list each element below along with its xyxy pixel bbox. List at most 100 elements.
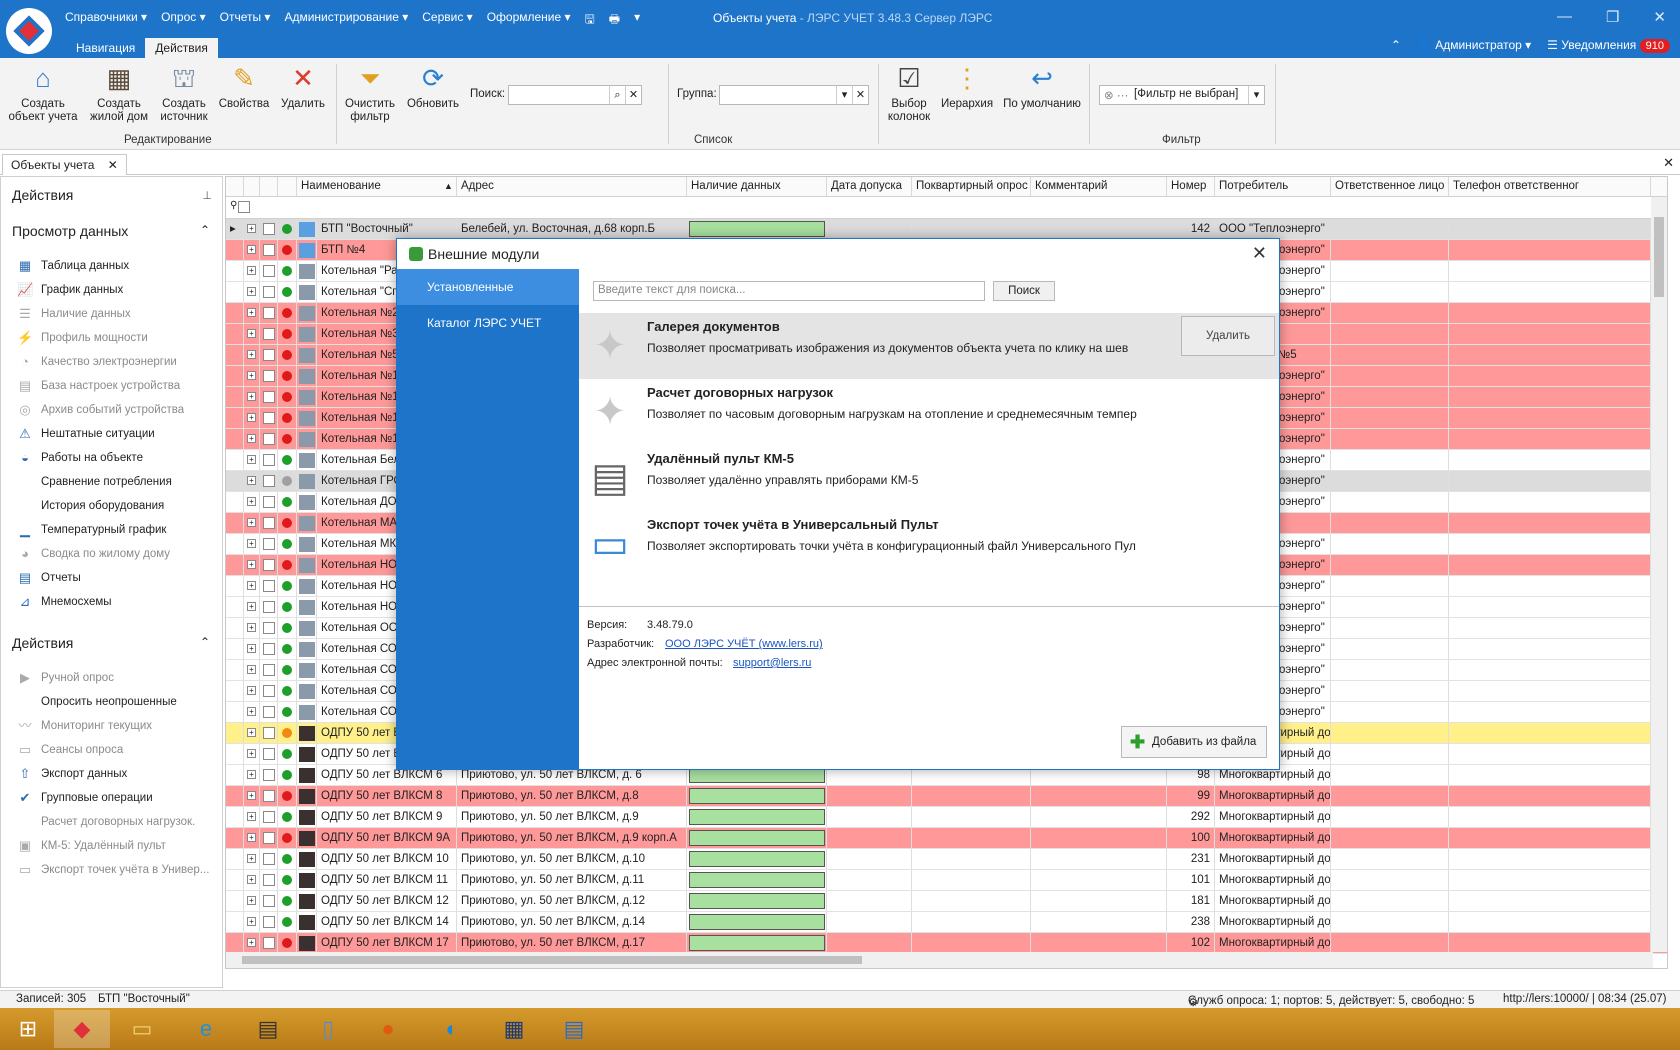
- close-icon[interactable]: ✕: [1653, 8, 1666, 26]
- nav-installed[interactable]: Установленные: [397, 269, 579, 305]
- dialog-close-icon[interactable]: ✕: [1252, 243, 1267, 264]
- table-row[interactable]: ▸ + БТП "Восточный" Белебей, ул. Восточная,…: [226, 219, 1667, 240]
- row-checkbox[interactable]: [263, 517, 275, 529]
- file-explorer-icon[interactable]: ▭: [114, 1010, 170, 1048]
- expand-icon[interactable]: +: [247, 224, 256, 233]
- row-checkbox[interactable]: [263, 769, 275, 781]
- row-checkbox[interactable]: [263, 853, 275, 865]
- search-input[interactable]: ⌕ ✕: [508, 85, 642, 105]
- expand-icon[interactable]: +: [247, 539, 256, 548]
- expand-icon[interactable]: +: [247, 623, 256, 632]
- panel-item[interactable]: 〰 Мониторинг текущих: [17, 714, 209, 738]
- device-icon[interactable]: ▤: [240, 1010, 296, 1048]
- panel-item[interactable]: ⇧ Экспорт данных: [17, 762, 209, 786]
- table-row[interactable]: + ОДПУ 50 лет ВЛКСМ 9А Приютово, ул. 50 ле…: [226, 828, 1667, 849]
- group-select[interactable]: ▾ ✕: [719, 85, 869, 105]
- expand-icon[interactable]: +: [247, 413, 256, 422]
- refresh-button[interactable]: ⟳ Обновить: [404, 62, 462, 111]
- row-checkbox[interactable]: [263, 580, 275, 592]
- section-view-data[interactable]: Просмотр данных: [12, 223, 128, 239]
- panel-item[interactable]: ☰ Наличие данных: [17, 302, 184, 326]
- row-checkbox[interactable]: [263, 685, 275, 697]
- filter-select[interactable]: ⊗ ⋯ [Фильтр не выбран] ▾: [1099, 85, 1265, 105]
- panel-item[interactable]: ◕ Сводка по жилому дому: [17, 542, 184, 566]
- expand-icon[interactable]: +: [247, 686, 256, 695]
- quick-access-dropdown-icon[interactable]: ▾: [634, 10, 640, 31]
- column-header[interactable]: Номер: [1167, 177, 1215, 197]
- menu-directories[interactable]: Справочники ▾: [65, 10, 147, 31]
- expand-icon[interactable]: +: [247, 602, 256, 611]
- expand-icon[interactable]: +: [247, 560, 256, 569]
- module-search-input[interactable]: Введите текст для поиска...: [593, 281, 985, 301]
- panel-item[interactable]: ⚡ Профиль мощности: [17, 326, 184, 350]
- expand-icon[interactable]: +: [247, 476, 256, 485]
- expand-icon[interactable]: +: [247, 917, 256, 926]
- select-all-checkbox[interactable]: [238, 201, 250, 213]
- filter-pin-icon[interactable]: ⚲: [230, 200, 237, 211]
- menu-reports[interactable]: Отчеты ▾: [220, 10, 271, 31]
- row-checkbox[interactable]: [263, 643, 275, 655]
- collapse-section-icon[interactable]: ⌃: [200, 223, 210, 237]
- expand-icon[interactable]: +: [247, 833, 256, 842]
- expand-icon[interactable]: +: [247, 287, 256, 296]
- row-checkbox[interactable]: [263, 370, 275, 382]
- hierarchy-button[interactable]: ⋮ Иерархия: [940, 62, 994, 111]
- firefox-icon[interactable]: ●: [360, 1010, 416, 1048]
- archive-app-icon[interactable]: ▯: [300, 1010, 356, 1048]
- delete-button[interactable]: ✕ Удалить: [278, 62, 328, 111]
- print-icon[interactable]: 🖶: [609, 10, 620, 31]
- expand-icon[interactable]: +: [247, 938, 256, 947]
- row-checkbox[interactable]: [263, 307, 275, 319]
- close-tab-icon[interactable]: ✕: [108, 158, 118, 172]
- notifications-button[interactable]: ☰ Уведомления 910: [1547, 38, 1670, 53]
- developer-link[interactable]: ООО ЛЭРС УЧЁТ (www.lers.ru): [665, 638, 823, 650]
- row-checkbox[interactable]: [263, 937, 275, 949]
- save-icon[interactable]: 🖫: [585, 10, 595, 31]
- expand-icon[interactable]: +: [247, 434, 256, 443]
- row-checkbox[interactable]: [263, 391, 275, 403]
- expand-icon[interactable]: +: [247, 644, 256, 653]
- row-checkbox[interactable]: [263, 727, 275, 739]
- table-row[interactable]: + ОДПУ 50 лет ВЛКСМ 10 Приютово, ул. 50 ле…: [226, 849, 1667, 870]
- column-header[interactable]: Телефон ответственног: [1449, 177, 1651, 197]
- module-item[interactable]: ✦ Галерея документов Позволяет просматрива…: [579, 313, 1279, 379]
- panel-item[interactable]: ▤ База настроек устройства: [17, 374, 184, 398]
- tab-actions[interactable]: Действия: [145, 38, 218, 58]
- panel-item[interactable]: ▁ Температурный график: [17, 518, 184, 542]
- row-checkbox[interactable]: [263, 433, 275, 445]
- dropdown-icon[interactable]: ▾: [1248, 86, 1264, 104]
- panel-item[interactable]: ◔ Качество электроэнергии: [17, 350, 184, 374]
- panel-item[interactable]: Сравнение потребления: [17, 470, 184, 494]
- add-from-file-button[interactable]: ✚ Добавить из файла: [1121, 726, 1267, 758]
- expand-icon[interactable]: +: [247, 896, 256, 905]
- panel-item[interactable]: ▦ Таблица данных: [17, 254, 184, 278]
- table-row[interactable]: + ОДПУ 50 лет ВЛКСМ 11 Приютово, ул. 50 ле…: [226, 870, 1667, 891]
- column-header[interactable]: Потребитель: [1215, 177, 1331, 197]
- row-checkbox[interactable]: [263, 328, 275, 340]
- table-row[interactable]: + ОДПУ 50 лет ВЛКСМ 12 Приютово, ул. 50 ле…: [226, 891, 1667, 912]
- expand-icon[interactable]: +: [247, 350, 256, 359]
- vertical-scrollbar[interactable]: [1651, 197, 1667, 952]
- row-checkbox[interactable]: [263, 916, 275, 928]
- module-search-button[interactable]: Поиск: [993, 281, 1055, 301]
- row-checkbox[interactable]: [263, 286, 275, 298]
- row-checkbox[interactable]: [263, 265, 275, 277]
- column-header[interactable]: Комментарий: [1031, 177, 1167, 197]
- row-checkbox[interactable]: [263, 223, 275, 235]
- search-icon[interactable]: ⌕: [609, 86, 625, 104]
- delete-module-button[interactable]: Удалить: [1181, 316, 1275, 356]
- expand-icon[interactable]: +: [247, 707, 256, 716]
- expand-icon[interactable]: +: [247, 791, 256, 800]
- table-row[interactable]: + ОДПУ 50 лет ВЛКСМ 14 Приютово, ул. 50 ле…: [226, 912, 1667, 933]
- row-checkbox[interactable]: [263, 622, 275, 634]
- column-header[interactable]: Наличие данных: [687, 177, 827, 197]
- clear-group-icon[interactable]: ✕: [852, 86, 868, 104]
- expand-icon[interactable]: +: [247, 308, 256, 317]
- column-header[interactable]: Наименование: [297, 177, 457, 197]
- expand-icon[interactable]: +: [247, 518, 256, 527]
- menu-administration[interactable]: Администрирование ▾: [284, 10, 408, 31]
- module-item[interactable]: ▭ Экспорт точек учёта в Универсальный Пул…: [579, 511, 1279, 577]
- row-checkbox[interactable]: [263, 706, 275, 718]
- expand-icon[interactable]: +: [247, 392, 256, 401]
- panel-item[interactable]: 📈 График данных: [17, 278, 184, 302]
